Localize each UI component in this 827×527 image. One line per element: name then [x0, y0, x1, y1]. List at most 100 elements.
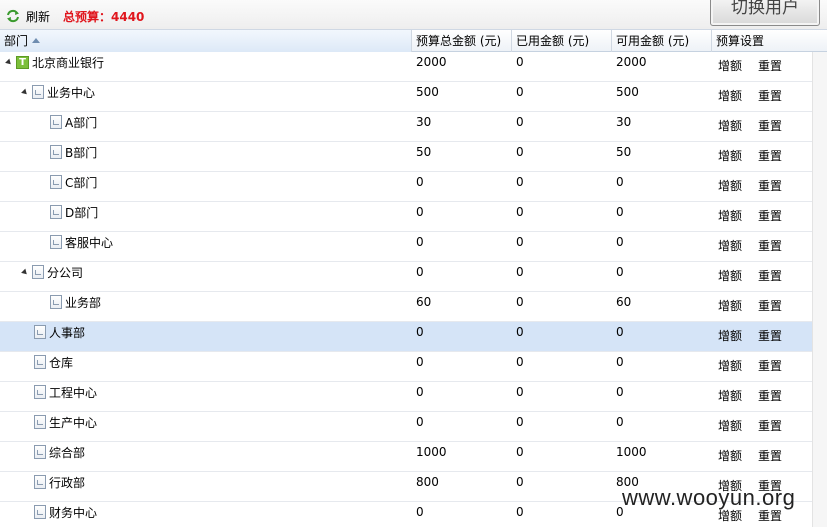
expand-toggle-icon[interactable]: [21, 88, 29, 96]
used-value: 0: [516, 55, 524, 69]
table-row[interactable]: T 北京商业银行 2000 0 2000 增额 重置: [0, 52, 812, 82]
reset-budget-link[interactable]: 重置: [758, 448, 782, 464]
reset-budget-link[interactable]: 重置: [758, 148, 782, 164]
used-value: 0: [516, 295, 524, 309]
budget-value: 0: [416, 415, 424, 429]
reset-budget-link[interactable]: 重置: [758, 328, 782, 344]
budget-value: 30: [416, 115, 432, 129]
used-value: 0: [516, 265, 524, 279]
increase-budget-link[interactable]: 增额: [718, 88, 742, 104]
reset-budget-link[interactable]: 重置: [758, 178, 782, 194]
department-icon: [34, 415, 46, 429]
increase-budget-link[interactable]: 增额: [718, 418, 742, 434]
used-value: 0: [516, 505, 524, 519]
department-name: C部门: [65, 175, 98, 190]
department-name: 生产中心: [49, 415, 98, 430]
department-name: 人事部: [49, 325, 86, 340]
increase-budget-link[interactable]: 增额: [718, 208, 742, 224]
used-value: 0: [516, 415, 524, 429]
table-row[interactable]: 人事部 0 0 0 增额 重置: [0, 322, 812, 352]
department-icon: [50, 115, 62, 129]
table-row[interactable]: 分公司 0 0 0 增额 重置: [0, 262, 812, 292]
department-icon: [50, 295, 62, 309]
column-header-available[interactable]: 可用金额 (元): [612, 30, 712, 52]
table-row[interactable]: B部门 50 0 50 增额 重置: [0, 142, 812, 172]
scrollbar[interactable]: [812, 52, 827, 527]
used-value: 0: [516, 85, 524, 99]
table-row[interactable]: A部门 30 0 30 增额 重置: [0, 112, 812, 142]
reset-budget-link[interactable]: 重置: [758, 118, 782, 134]
reset-budget-link[interactable]: 重置: [758, 358, 782, 374]
table-row[interactable]: 仓库 0 0 0 增额 重置: [0, 352, 812, 382]
table-row[interactable]: 业务中心 500 0 500 增额 重置: [0, 82, 812, 112]
budget-value: 0: [416, 175, 424, 189]
used-value: 0: [516, 175, 524, 189]
column-header-department[interactable]: 部门: [0, 30, 412, 52]
available-value: 0: [616, 265, 624, 279]
department-icon: [32, 85, 44, 99]
increase-budget-link[interactable]: 增额: [718, 268, 742, 284]
refresh-button[interactable]: 刷新: [6, 7, 50, 25]
tree-node: 工程中心: [34, 384, 97, 400]
increase-budget-link[interactable]: 增额: [718, 148, 742, 164]
available-value: 2000: [616, 55, 647, 69]
available-value: 0: [616, 325, 624, 339]
department-name: B部门: [65, 145, 98, 160]
tree-node: A部门: [50, 114, 97, 130]
reset-budget-link[interactable]: 重置: [758, 388, 782, 404]
budget-value: 0: [416, 355, 424, 369]
budget-value: 60: [416, 295, 432, 309]
used-value: 0: [516, 325, 524, 339]
available-value: 500: [616, 85, 639, 99]
column-header-budget[interactable]: 预算总金额 (元): [412, 30, 512, 52]
column-header-used[interactable]: 已用金额 (元): [512, 30, 612, 52]
department-icon: [32, 265, 44, 279]
reset-budget-link[interactable]: 重置: [758, 58, 782, 74]
increase-budget-link[interactable]: 增额: [718, 388, 742, 404]
increase-budget-link[interactable]: 增额: [718, 58, 742, 74]
budget-value: 0: [416, 235, 424, 249]
increase-budget-link[interactable]: 增额: [718, 298, 742, 314]
department-icon: [50, 175, 62, 189]
tree-node: 分公司: [21, 264, 84, 280]
department-icon: [34, 475, 46, 489]
tree-node: B部门: [50, 144, 97, 160]
reset-budget-link[interactable]: 重置: [758, 238, 782, 254]
department-name: 分公司: [47, 265, 84, 280]
department-icon: [34, 445, 46, 459]
budget-value: 50: [416, 145, 432, 159]
department-name: 北京商业银行: [32, 55, 105, 70]
increase-budget-link[interactable]: 增额: [718, 328, 742, 344]
reset-budget-link[interactable]: 重置: [758, 298, 782, 314]
table-row[interactable]: D部门 0 0 0 增额 重置: [0, 202, 812, 232]
department-name: 业务部: [65, 295, 102, 310]
tree-node: 综合部: [34, 444, 85, 460]
table-row[interactable]: 综合部 1000 0 1000 增额 重置: [0, 442, 812, 472]
table-row[interactable]: C部门 0 0 0 增额 重置: [0, 172, 812, 202]
increase-budget-link[interactable]: 增额: [718, 358, 742, 374]
reset-budget-link[interactable]: 重置: [758, 268, 782, 284]
used-value: 0: [516, 445, 524, 459]
tree-node: 生产中心: [34, 414, 97, 430]
reset-budget-link[interactable]: 重置: [758, 88, 782, 104]
table-row[interactable]: 生产中心 0 0 0 增额 重置: [0, 412, 812, 442]
increase-budget-link[interactable]: 增额: [718, 448, 742, 464]
increase-budget-link[interactable]: 增额: [718, 118, 742, 134]
reset-budget-link[interactable]: 重置: [758, 208, 782, 224]
increase-budget-link[interactable]: 增额: [718, 178, 742, 194]
department-icon: [34, 385, 46, 399]
expand-toggle-icon[interactable]: [5, 58, 13, 66]
used-value: 0: [516, 235, 524, 249]
budget-value: 1000: [416, 445, 447, 459]
increase-budget-link[interactable]: 增额: [718, 238, 742, 254]
switch-user-button[interactable]: 切换用户: [710, 0, 820, 26]
expand-toggle-icon[interactable]: [21, 268, 29, 276]
reset-budget-link[interactable]: 重置: [758, 418, 782, 434]
tree-grid-body: T 北京商业银行 2000 0 2000 增额 重置 业务中心 500 0 500 增额 重置 A部门 30…: [0, 52, 827, 527]
column-header-settings[interactable]: 预算设置: [712, 30, 812, 52]
budget-value: 2000: [416, 55, 447, 69]
table-row[interactable]: 工程中心 0 0 0 增额 重置: [0, 382, 812, 412]
table-row[interactable]: 客服中心 0 0 0 增额 重置: [0, 232, 812, 262]
tree-node: 行政部: [34, 474, 85, 490]
table-row[interactable]: 业务部 60 0 60 增额 重置: [0, 292, 812, 322]
